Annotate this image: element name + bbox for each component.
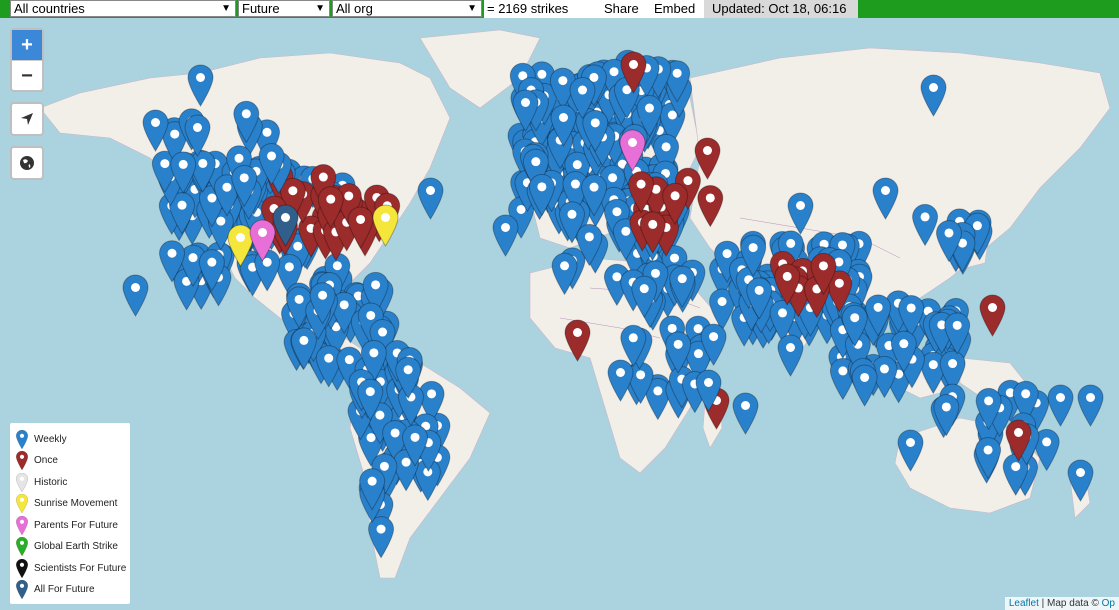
map-pin-icon [16, 451, 28, 470]
legend-label: Historic [34, 476, 68, 488]
legend-item: Global Earth Strike [16, 537, 118, 557]
country-select-value: All countries [14, 1, 85, 16]
chevron-down-icon: ▼ [467, 3, 477, 14]
legend-label: Sunrise Movement [34, 498, 118, 509]
map-pin-icon [16, 494, 28, 513]
legend-item: Weekly [16, 429, 67, 449]
map-pin-icon [16, 472, 28, 492]
legend-label: Global Earth Strike [34, 541, 118, 552]
time-select[interactable]: Future ▼ [238, 0, 330, 17]
toolbar-text-area: = 2169 strikes Share Embed [484, 0, 704, 18]
map-pin-icon [16, 515, 28, 535]
top-toolbar: All countries ▼ Future ▼ All org ▼ = 216… [0, 0, 1119, 18]
map-pin-icon [16, 580, 28, 599]
share-link[interactable]: Share [604, 0, 639, 18]
legend-item: Parents For Future [16, 515, 118, 535]
globe-icon [12, 148, 42, 178]
country-select[interactable]: All countries ▼ [10, 0, 236, 17]
layers-button[interactable] [10, 146, 44, 180]
chevron-down-icon: ▼ [315, 3, 325, 14]
legend-item: All For Future [16, 580, 95, 600]
map-pin-icon [16, 558, 28, 578]
legend-label: Scientists For Future [34, 562, 127, 574]
zoom-in-button[interactable]: + [12, 30, 42, 61]
osm-link[interactable]: Op [1102, 598, 1115, 609]
attribution: Leaflet | Map data © Op [1004, 597, 1119, 610]
world-map[interactable]: + − Weekly Once Historic Sunrise Movement Pa… [0, 18, 1119, 610]
chevron-down-icon: ▼ [221, 3, 231, 14]
map-pin-icon [16, 537, 28, 556]
org-select-value: All org [336, 1, 373, 16]
leaflet-link[interactable]: Leaflet [1009, 598, 1039, 609]
updated-timestamp: Updated: Oct 18, 06:16 [704, 0, 858, 18]
legend-label: Weekly [34, 433, 67, 445]
legend-item: Scientists For Future [16, 558, 126, 578]
legend-item: Once [16, 451, 58, 471]
zoom-control: + − [10, 28, 44, 92]
legend-label: Once [34, 455, 58, 466]
navigation-arrow-icon [12, 104, 42, 134]
attribution-text: | Map data © [1038, 598, 1102, 609]
org-select[interactable]: All org ▼ [332, 0, 482, 17]
embed-link[interactable]: Embed [654, 0, 695, 18]
map-tiles [0, 18, 1119, 610]
legend-item: Historic [16, 472, 67, 492]
legend: Weekly Once Historic Sunrise Movement Parent… [10, 423, 130, 604]
strike-count: = 2169 strikes [487, 1, 569, 16]
legend-label: Parents For Future [34, 519, 118, 531]
map-pin-icon [16, 429, 28, 449]
legend-label: All For Future [34, 584, 95, 595]
time-select-value: Future [242, 1, 280, 16]
legend-item: Sunrise Movement [16, 494, 117, 514]
zoom-out-button[interactable]: − [12, 61, 42, 91]
locate-button[interactable] [10, 102, 44, 136]
